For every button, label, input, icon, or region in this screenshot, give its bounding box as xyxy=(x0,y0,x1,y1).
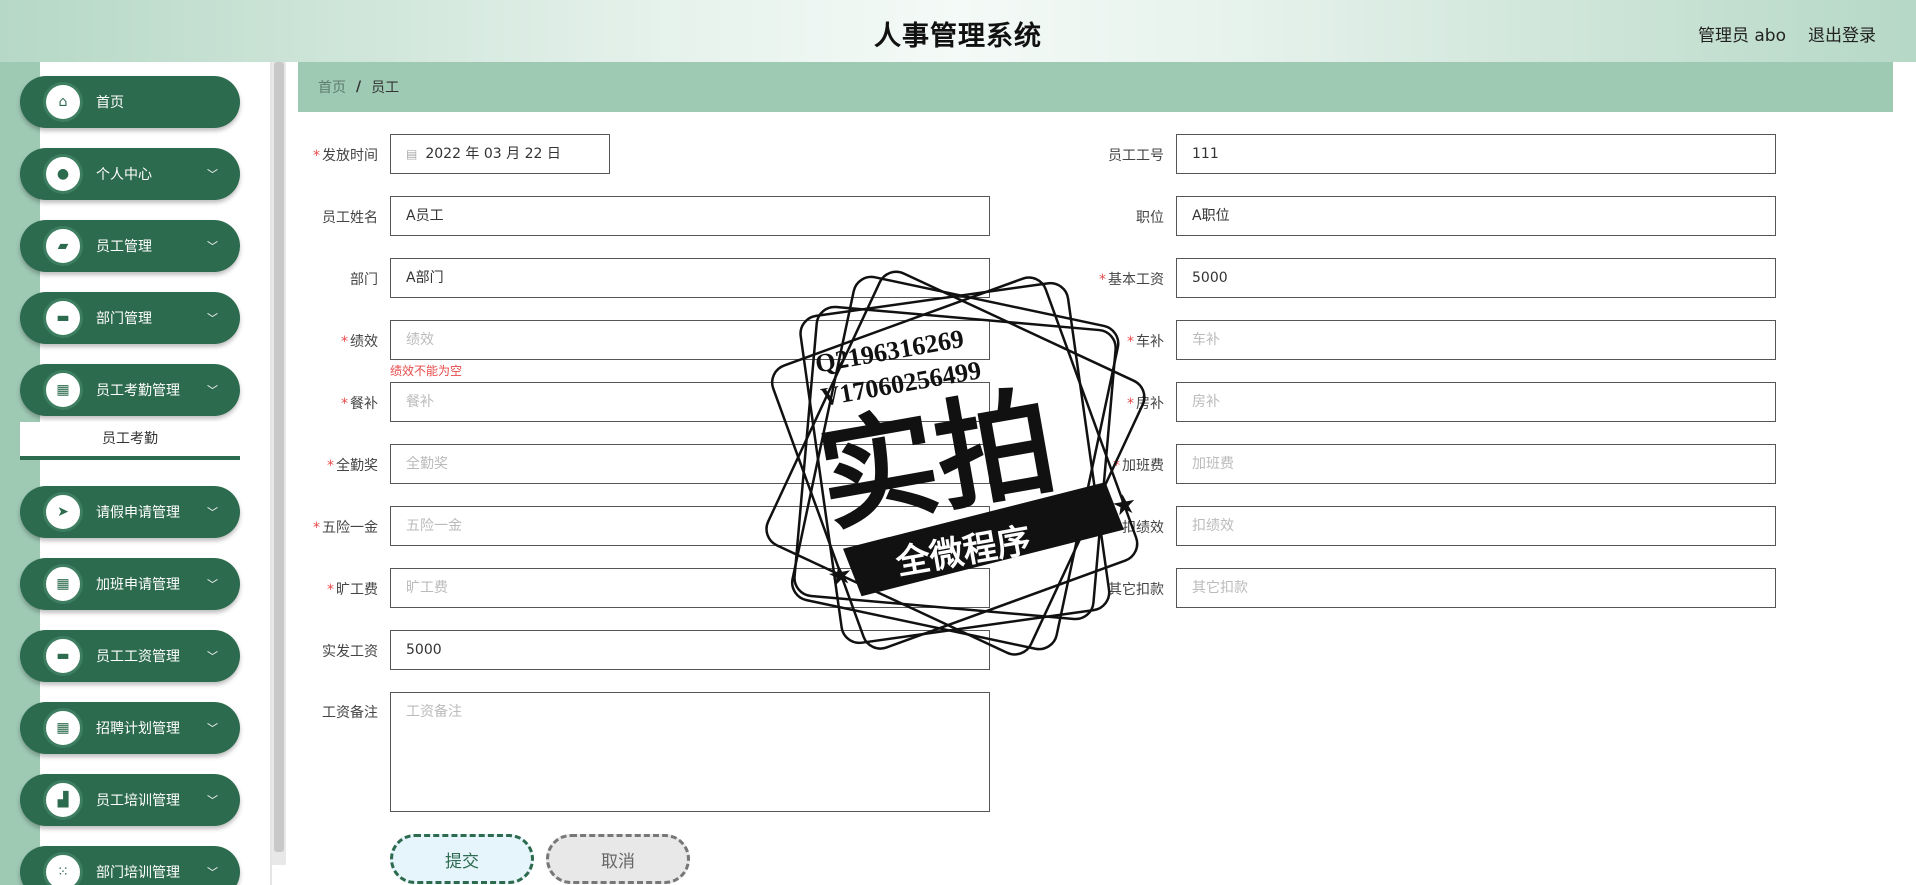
sidebar-scrollbar-thumb[interactable] xyxy=(274,62,284,852)
breadcrumb: 首页 / 员工 xyxy=(298,62,1893,112)
attendance-bonus-label: * 全勤奖 xyxy=(327,458,378,474)
sidebar-item-label: 首页 xyxy=(96,95,124,111)
release-time-label: * 发放时间 xyxy=(313,148,378,164)
meal-allowance-input[interactable]: 餐补 xyxy=(390,382,990,422)
chair-icon: ▟ xyxy=(57,792,69,808)
sidebar-subitem-attendance[interactable]: 员工考勤 xyxy=(20,422,240,460)
overtime-pay-input[interactable]: 加班费 xyxy=(1176,444,1776,484)
chevron-down-icon: ﹀ xyxy=(207,312,218,325)
insurance-label: * 五险一金 xyxy=(313,520,378,536)
sidebar-item-label: 部门培训管理 xyxy=(96,865,180,881)
position-input[interactable]: A职位 xyxy=(1176,196,1776,236)
grid-icon: ▦ xyxy=(56,720,70,736)
sidebar-item-home[interactable]: ⌂ 首页 xyxy=(20,76,240,128)
user-icon: ● xyxy=(56,166,70,182)
current-user: 管理员 abo xyxy=(1697,26,1786,46)
chevron-down-icon: ﹀ xyxy=(207,794,218,807)
cancel-button[interactable]: 取消 xyxy=(546,834,690,884)
absence-fee-input[interactable]: 旷工费 xyxy=(390,568,990,608)
salary-note-label: 工资备注 xyxy=(322,705,378,721)
chat-icon: ▬ xyxy=(56,310,70,326)
chevron-down-icon: ﹀ xyxy=(207,506,218,519)
employee-name-label: 员工姓名 xyxy=(322,210,378,226)
sidebar-item-employee[interactable]: ▰ 员工管理 ﹀ xyxy=(20,220,240,272)
base-salary-input[interactable]: 5000 xyxy=(1176,258,1776,298)
breadcrumb-home[interactable]: 首页 xyxy=(318,77,346,97)
performance-input[interactable]: 绩效 xyxy=(390,320,990,360)
insurance-input[interactable]: 五险一金 xyxy=(390,506,990,546)
sidebar-item-label: 招聘计划管理 xyxy=(96,721,180,737)
attendance-bonus-input[interactable]: 全勤奖 xyxy=(390,444,990,484)
department-input[interactable]: A部门 xyxy=(390,258,990,298)
performance-label: * 绩效 xyxy=(341,334,378,350)
sidebar-item-salary[interactable]: ▬ 员工工资管理 ﹀ xyxy=(20,630,240,682)
sidebar-item-label: 员工培训管理 xyxy=(96,793,180,809)
other-deductions-input[interactable]: 其它扣款 xyxy=(1176,568,1776,608)
base-salary-label: * 基本工资 xyxy=(1099,272,1164,288)
housing-allowance-label: * 房补 xyxy=(1127,396,1164,412)
submit-button[interactable]: 提交 xyxy=(390,834,534,884)
sidebar-item-dept-training[interactable]: ⁙ 部门培训管理 ﹀ xyxy=(20,846,240,885)
sidebar-item-training[interactable]: ▟ 员工培训管理 ﹀ xyxy=(20,774,240,826)
actual-salary-input[interactable]: 5000 xyxy=(390,630,990,670)
wallet-icon: ▰ xyxy=(57,238,69,254)
chevron-down-icon: ﹀ xyxy=(207,578,218,591)
housing-allowance-input[interactable]: 房补 xyxy=(1176,382,1776,422)
chevron-down-icon: ﹀ xyxy=(207,722,218,735)
chevron-down-icon: ﹀ xyxy=(207,240,218,253)
meal-allowance-label: * 餐补 xyxy=(341,396,378,412)
performance-error: 绩效不能为空 xyxy=(390,364,463,378)
deduct-performance-input[interactable]: 扣绩效 xyxy=(1176,506,1776,546)
sidebar-item-attendance[interactable]: ▦ 员工考勤管理 ﹀ xyxy=(20,364,240,416)
app-title: 人事管理系统 xyxy=(874,21,1042,52)
sidebar-item-label: 请假申请管理 xyxy=(96,505,180,521)
deduct-performance-label: 扣绩效 xyxy=(1122,520,1164,536)
apps-icon: ⁙ xyxy=(57,864,69,880)
send-icon: ➤ xyxy=(57,504,69,520)
sidebar-item-label: 部门管理 xyxy=(96,311,152,327)
employee-no-input[interactable]: 111 xyxy=(1176,134,1776,174)
chevron-down-icon: ﹀ xyxy=(207,866,218,879)
grid-icon: ▦ xyxy=(56,576,70,592)
employee-name-input[interactable]: A员工 xyxy=(390,196,990,236)
overtime-pay-label: * 加班费 xyxy=(1113,458,1164,474)
chevron-down-icon: ﹀ xyxy=(207,650,218,663)
sidebar-item-label: 加班申请管理 xyxy=(96,577,180,593)
position-label: 职位 xyxy=(1136,210,1164,226)
sidebar-item-profile[interactable]: ● 个人中心 ﹀ xyxy=(20,148,240,200)
salary-note-textarea[interactable]: 工资备注 xyxy=(390,692,990,812)
sidebar-item-label: 员工考勤管理 xyxy=(96,383,180,399)
car-allowance-label: * 车补 xyxy=(1127,334,1164,350)
logout-link[interactable]: 退出登录 xyxy=(1808,21,1876,46)
sidebar-item-label: 员工工资管理 xyxy=(96,649,180,665)
sidebar-item-overtime[interactable]: ▦ 加班申请管理 ﹀ xyxy=(20,558,240,610)
breadcrumb-current: 员工 xyxy=(371,80,400,96)
sidebar-item-label: 个人中心 xyxy=(96,167,152,183)
absence-fee-label: * 旷工费 xyxy=(327,582,378,598)
grid-icon: ▦ xyxy=(56,382,70,398)
release-time-date-picker[interactable]: ▤ 2022 年 03 月 22 日 xyxy=(390,134,610,174)
sidebar-item-leave[interactable]: ➤ 请假申请管理 ﹀ xyxy=(20,486,240,538)
car-allowance-input[interactable]: 车补 xyxy=(1176,320,1776,360)
chevron-down-icon: ﹀ xyxy=(207,384,218,397)
employee-no-label: 员工工号 xyxy=(1108,148,1164,164)
sidebar-item-label: 员工管理 xyxy=(96,239,152,255)
other-deductions-label: 其它扣款 xyxy=(1108,582,1164,598)
calendar-icon: ▤ xyxy=(406,147,418,161)
department-label: 部门 xyxy=(350,272,378,288)
top-header: 人事管理系统 管理员 abo 退出登录 xyxy=(0,0,1916,62)
sidebar-item-recruit[interactable]: ▦ 招聘计划管理 ﹀ xyxy=(20,702,240,754)
briefcase-icon: ▬ xyxy=(56,648,70,664)
chevron-down-icon: ﹀ xyxy=(207,168,218,181)
actual-salary-label: 实发工资 xyxy=(322,644,378,660)
breadcrumb-separator: / xyxy=(356,79,362,95)
sidebar-item-department[interactable]: ▬ 部门管理 ﹀ xyxy=(20,292,240,344)
home-icon: ⌂ xyxy=(58,94,68,110)
